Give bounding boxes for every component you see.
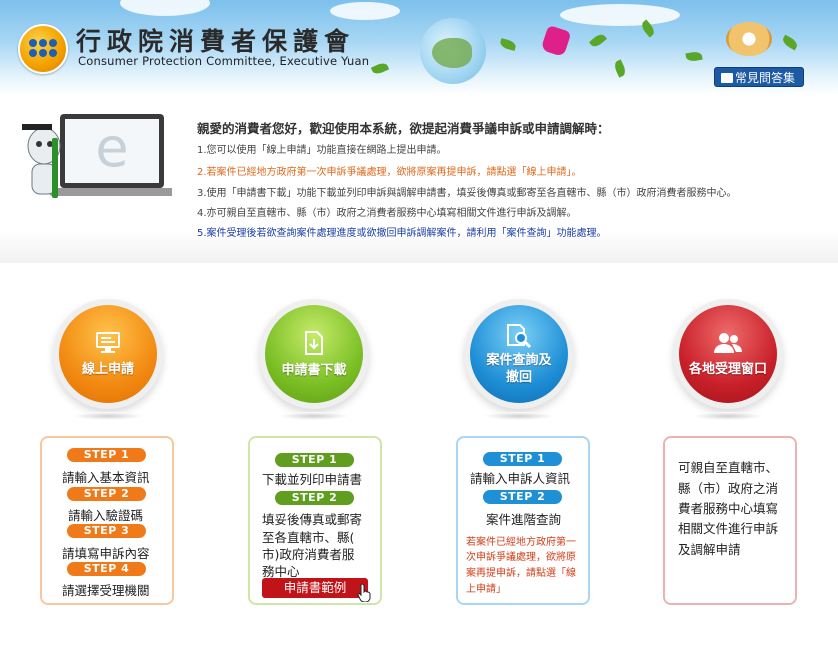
people-icon: [714, 332, 742, 353]
online-apply-button[interactable]: 線上申請: [59, 305, 157, 403]
step-badge: STEP 1: [275, 453, 354, 467]
circle-shadow: [484, 412, 554, 420]
monitor-icon: [96, 331, 120, 353]
leaf-icon: [612, 59, 628, 78]
online-apply-circle-frame: 線上申請: [53, 299, 163, 409]
intro-line-3: 3.使用「申請書下載」功能下載並列印申訴與調解申請書，填妥後傳真或郵寄至各直轄市…: [197, 188, 737, 199]
svg-text:e: e: [95, 116, 128, 179]
leaf-icon: [588, 31, 608, 50]
site-subtitle: Consumer Protection Committee, Executive…: [78, 54, 370, 68]
circle-shadow: [279, 412, 349, 420]
site-title: 行政院消費者保護會: [76, 27, 356, 56]
intro-line-1: 1.您可以使用「線上申請」功能直接在網路上提出申請。: [197, 145, 447, 156]
query-note-line: 次申訴爭議處理，欲將原: [466, 552, 576, 563]
download-document-icon: [305, 330, 323, 355]
leaf-icon: [370, 61, 390, 76]
window-text-line: 相關文件進行申訴: [678, 521, 779, 536]
query-note-line: 上申請」: [466, 584, 506, 595]
step-badge: STEP 1: [483, 452, 562, 466]
faq-label: 常見問答集: [735, 71, 796, 85]
window-text-line: 可親自至直轄市、: [678, 460, 779, 475]
window-text-line: 及調解申請: [678, 542, 741, 557]
step-badge: STEP 2: [483, 490, 562, 504]
step-badge: STEP 2: [67, 487, 146, 501]
case-query-label-2: 撤回: [505, 369, 532, 385]
leaf-icon: [780, 34, 800, 51]
service-window-button[interactable]: 各地受理窗口: [679, 305, 777, 403]
hand-cursor-icon: [357, 583, 371, 602]
step-badge: STEP 3: [67, 524, 146, 538]
window-text-line: 費者服務中心填寫: [678, 501, 779, 516]
faq-button[interactable]: 常見問答集: [714, 67, 804, 87]
service-window-label: 各地受理窗口: [688, 361, 767, 377]
intro-line-2: 2.若案件已經地方政府第一次申訴爭議處理，欲將原案再提申訴，請點選「線上申請」。: [197, 167, 582, 178]
leaf-icon: [685, 50, 703, 63]
step-badge: STEP 1: [67, 448, 146, 462]
sample-form-button[interactable]: 申請書範例: [262, 578, 368, 598]
case-query-label-1: 案件查詢及: [486, 352, 552, 368]
online-apply-label: 線上申請: [81, 361, 134, 377]
intro-line-5: 5.案件受理後若欲查詢案件處理進度或欲撤回申訴調解案件，請利用「案件查詢」功能處…: [197, 228, 607, 239]
step-text: 下載並列印申請書: [262, 472, 363, 487]
step-text: 請填寫申訴內容: [62, 546, 150, 561]
query-circle-frame: 案件查詢及 撤回: [464, 299, 574, 409]
query-note-line: 案再提申訴，請點選「線: [466, 568, 576, 579]
circle-shadow: [693, 412, 763, 420]
step-badge: STEP 4: [67, 562, 146, 576]
globe-icon: [420, 18, 486, 84]
cloud-decoration: [120, 0, 210, 16]
mascot-computer-icon: e: [22, 114, 172, 198]
step-text: 請輸入基本資訊: [62, 470, 150, 485]
sample-form-label: 申請書範例: [283, 580, 347, 595]
download-circle-frame: 申請書下載: [259, 299, 369, 409]
query-note-line: 若案件已經地方政府第一: [466, 537, 576, 548]
download-form-label: 申請書下載: [281, 362, 347, 378]
cloud-decoration: [560, 4, 680, 26]
step-text: 案件進階查詢: [486, 512, 562, 527]
step-badge: STEP 2: [275, 491, 354, 505]
step-text: 請輸入驗證碼: [68, 508, 144, 523]
download-form-button[interactable]: 申請書下載: [265, 305, 363, 403]
cloud-decoration: [330, 2, 400, 20]
case-query-button[interactable]: 案件查詢及 撤回: [470, 305, 568, 403]
intro-line-4: 4.亦可親自至直轄市、縣（市）政府之消費者服務中心填寫相關文件進行申訴及調解。: [197, 208, 577, 219]
step-text: 請輸入申訴人資訊: [470, 471, 571, 486]
leaf-icon: [499, 38, 517, 51]
step-text: 填妥後傳真或郵寄: [262, 512, 363, 527]
circle-shadow: [73, 412, 143, 420]
logo-icon[interactable]: [18, 24, 68, 74]
step-text: 請選擇受理機關: [62, 583, 150, 598]
shopping-bag-icon: [540, 24, 572, 58]
window-text-line: 縣（市）政府之消: [678, 481, 779, 496]
intro-heading: 親愛的消費者您好，歡迎使用本系統，欲提起消費爭議申訴或申請調解時：: [197, 121, 610, 136]
faq-icon: [721, 73, 733, 83]
donut-icon: [726, 22, 772, 56]
site-header: 行政院消費者保護會 Consumer Protection Committee,…: [0, 0, 838, 95]
window-circle-frame: 各地受理窗口: [673, 299, 783, 409]
document-search-icon: [507, 323, 532, 348]
